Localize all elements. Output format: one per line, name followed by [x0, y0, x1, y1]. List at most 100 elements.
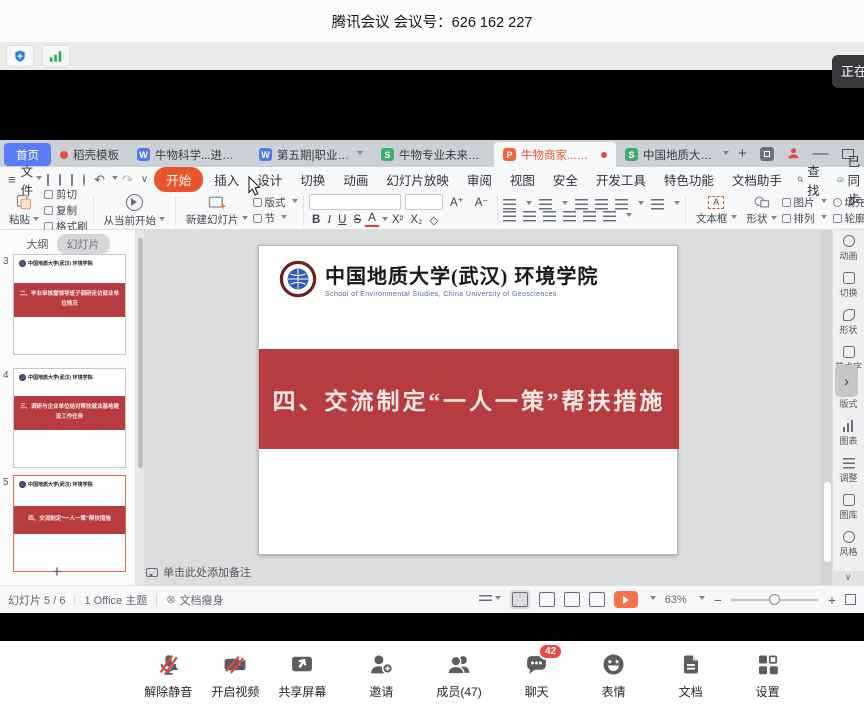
strikethrough-button[interactable]: S: [350, 214, 365, 226]
scrollbar-thumb[interactable]: [138, 238, 143, 468]
tab-doc-active[interactable]: P牛物商家...适合背景: [494, 142, 616, 167]
ribbon-tab-start[interactable]: 开始: [154, 167, 203, 192]
ribbon-tab-features[interactable]: 特色功能: [655, 170, 723, 189]
sidebar-item-chart[interactable]: 图表: [833, 415, 864, 452]
ribbon-tab-review[interactable]: 审阅: [458, 170, 501, 189]
comment-view-button[interactable]: [589, 592, 605, 607]
bold-button[interactable]: B: [309, 214, 324, 226]
italic-button[interactable]: I: [324, 214, 335, 226]
notes-bar[interactable]: 单击此处添加备注: [146, 564, 251, 580]
settings-button[interactable]: 设置: [746, 650, 790, 700]
sidebar-item-animation[interactable]: 动画: [833, 230, 864, 267]
ribbon-tab-transition[interactable]: 切换: [291, 170, 334, 189]
align-dispersed-icon[interactable]: [583, 211, 596, 222]
new-tab-button[interactable]: +: [738, 145, 747, 162]
tab-doc-1[interactable]: W牛物科学...进全方案: [128, 143, 250, 166]
textbox-button[interactable]: A 文本框: [691, 196, 742, 226]
zoom-slider[interactable]: [731, 599, 819, 601]
tab-doc-3[interactable]: S牛物专业未来大方向清单: [372, 143, 494, 166]
reading-view-button[interactable]: [564, 592, 580, 607]
sidebar-item-shapes[interactable]: 形状: [833, 304, 864, 341]
fullscreen-button[interactable]: [845, 594, 856, 605]
columns-icon[interactable]: [603, 211, 616, 222]
zoom-in-button[interactable]: +: [828, 592, 836, 608]
sidebar-item-style[interactable]: 风格: [833, 526, 864, 563]
theme-name[interactable]: 1 Office 主题: [84, 592, 147, 608]
sidebar-item-gallery[interactable]: 图库: [833, 489, 864, 526]
font-increase-button[interactable]: A⁺: [447, 195, 468, 209]
fill-button[interactable]: 填充: [833, 195, 864, 210]
align-left-icon[interactable]: [503, 211, 516, 222]
hamburger-icon[interactable]: ≡: [8, 172, 16, 187]
slide-thumbnail-5-selected[interactable]: 中国地质大学(武汉) 环境学院 四、交流制定“一人一策”帮扶措施: [13, 475, 126, 572]
panel-scrollbar[interactable]: [136, 230, 144, 585]
font-size-select[interactable]: [405, 194, 443, 210]
outdent-icon[interactable]: [575, 199, 588, 210]
ribbon-tab-animation[interactable]: 动画: [334, 170, 377, 189]
sidebar-more-button[interactable]: ∨: [832, 571, 864, 585]
tab-doc-5[interactable]: S中国地质大...4.14): [616, 143, 738, 166]
cut-button[interactable]: 剪切: [44, 187, 88, 202]
section-button[interactable]: 节: [253, 211, 298, 226]
layout-button[interactable]: 版式: [253, 195, 298, 210]
slide-canvas[interactable]: 中国地质大学(武汉) 环境学院 School of Environmental …: [258, 245, 678, 555]
add-slide-button[interactable]: +: [52, 562, 62, 582]
chat-button[interactable]: 42 聊天: [515, 650, 559, 700]
superscript-button[interactable]: X²: [388, 214, 407, 226]
slide-thumbnail-4[interactable]: 中国地质大学(武汉) 环境学院 三、调研与企业单位结对帮扶就业基地建设工作任务: [13, 368, 126, 468]
invite-button[interactable]: 邀请: [359, 650, 403, 700]
workspace-icon[interactable]: [760, 147, 774, 161]
sidebar-item-adjust[interactable]: 调整: [833, 452, 864, 489]
ribbon-tab-slideshow[interactable]: 幻灯片放映: [377, 170, 458, 189]
align-center-icon[interactable]: [523, 211, 536, 222]
zoom-slider-handle[interactable]: [769, 594, 780, 605]
subscript-button[interactable]: X₂: [407, 214, 426, 226]
clear-format-button[interactable]: ◇: [426, 213, 442, 227]
ribbon-tab-security[interactable]: 安全: [544, 170, 587, 189]
picture-button[interactable]: 图片: [782, 195, 827, 210]
emoji-button[interactable]: 表情: [592, 650, 636, 700]
shapes-button[interactable]: 形状: [742, 195, 782, 226]
play-from-current-button[interactable]: 从当前开始: [99, 194, 171, 228]
align-justify-icon[interactable]: [563, 211, 576, 222]
redo-icon[interactable]: ↷: [122, 172, 133, 188]
save-icon[interactable]: [47, 174, 49, 186]
slideshow-play-button[interactable]: [614, 591, 638, 608]
outline-tab[interactable]: 大纲: [27, 236, 49, 252]
slide-thumbnail-3[interactable]: 中国地质大学(武汉) 环境学院 二、毕业审核暨领导班子调研走访就业单位情况: [13, 254, 126, 355]
undo-icon[interactable]: ↶: [94, 172, 105, 188]
numbered-list-icon[interactable]: [539, 199, 552, 210]
ribbon-tab-insert[interactable]: 插入: [205, 170, 248, 189]
copy-button[interactable]: 复制: [44, 203, 88, 218]
sharing-status-badge[interactable]: 正在: [832, 55, 864, 88]
font-color-button[interactable]: A: [365, 213, 380, 227]
normal-view-button[interactable]: [510, 590, 530, 609]
share-screen-button[interactable]: 共享屏幕: [278, 650, 326, 700]
vip-member-icon[interactable]: [787, 147, 800, 160]
arrange-button[interactable]: 排列: [782, 211, 827, 226]
start-video-button[interactable]: 开启视频: [211, 650, 259, 700]
indent-icon[interactable]: [595, 199, 608, 210]
outline-button[interactable]: 轮廓: [833, 211, 864, 226]
sidebar-item-transition[interactable]: 切换: [833, 267, 864, 304]
docs-button[interactable]: 文档: [669, 650, 713, 700]
zoom-level[interactable]: 63%: [665, 594, 687, 606]
doc-slim-button[interactable]: 文档瘦身: [179, 592, 223, 608]
more-commands-icon[interactable]: ∨: [141, 174, 148, 185]
new-slide-button[interactable]: 新建幻灯片: [181, 195, 253, 227]
notes-toggle-button[interactable]: [479, 595, 501, 604]
network-quality-button[interactable]: [42, 45, 70, 67]
bullet-list-icon[interactable]: [503, 199, 516, 210]
text-direction-icon[interactable]: [615, 199, 628, 210]
ribbon-tab-devtools[interactable]: 开发工具: [587, 170, 655, 189]
line-spacing-icon[interactable]: [651, 199, 664, 210]
scrollbar-thumb[interactable]: [824, 482, 831, 562]
find-icon[interactable]: [83, 174, 85, 186]
slides-tab[interactable]: 幻灯片: [57, 234, 110, 254]
print-preview-icon[interactable]: [71, 174, 73, 186]
ribbon-tab-view[interactable]: 视图: [501, 170, 544, 189]
font-family-select[interactable]: [309, 194, 401, 210]
slide-sorter-view-button[interactable]: [539, 592, 555, 607]
font-decrease-button[interactable]: A⁻: [471, 195, 492, 209]
tab-doc-2[interactable]: W第五期|职业简书初稿: [250, 143, 372, 166]
